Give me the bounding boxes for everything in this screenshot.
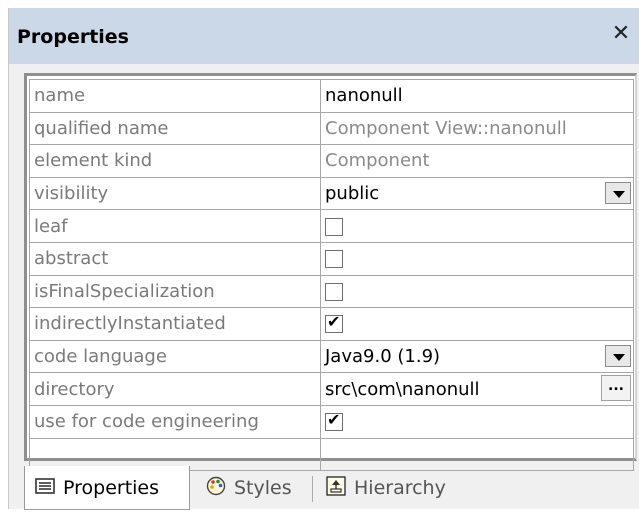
property-row[interactable]: use for code engineering <box>29 404 634 439</box>
property-value[interactable]: Java9.0 (1.9) <box>320 339 634 374</box>
property-value[interactable] <box>320 274 634 309</box>
property-row[interactable]: name nanonull <box>29 79 634 113</box>
property-row[interactable]: indirectlyInstantiated <box>29 307 634 341</box>
property-row[interactable]: visibility public <box>29 176 634 211</box>
tab-separator <box>312 476 313 502</box>
panel-tabbar: Properties Styles Hierarchy <box>24 466 637 512</box>
property-grid: name nanonull qualified name Component View… <box>24 73 637 472</box>
properties-icon <box>35 477 55 499</box>
close-icon[interactable]: ✕ <box>609 22 633 46</box>
tab-styles-label: Styles <box>234 477 292 499</box>
dropdown-arrow-icon[interactable] <box>605 181 631 204</box>
property-key: code language <box>29 339 321 374</box>
panel-titlebar: Properties ✕ <box>9 8 639 64</box>
tab-hierarchy-label: Hierarchy <box>354 477 446 499</box>
property-row[interactable]: isFinalSpecialization <box>29 274 634 309</box>
property-checkbox[interactable] <box>325 410 343 432</box>
tab-hierarchy[interactable]: Hierarchy <box>316 466 466 510</box>
property-key: element kind <box>29 144 321 178</box>
property-value[interactable]: public <box>320 176 634 211</box>
property-row[interactable]: qualified name Component View::nanonull <box>29 111 634 146</box>
property-key: directory <box>29 372 321 406</box>
property-key: abstract <box>29 241 321 276</box>
property-table: name nanonull qualified name Component View… <box>29 79 634 472</box>
property-value-text: Java9.0 (1.9) <box>325 346 441 368</box>
property-key: qualified name <box>29 111 321 146</box>
property-row[interactable]: leaf <box>29 209 634 243</box>
browse-button[interactable]: ... <box>601 375 631 402</box>
property-key: isFinalSpecialization <box>29 274 321 309</box>
property-key: leaf <box>29 209 321 243</box>
property-checkbox[interactable] <box>325 282 343 301</box>
property-row[interactable]: directory src\com\nanonull... <box>29 372 634 406</box>
property-key: use for code engineering <box>29 404 321 439</box>
property-key: name <box>29 79 321 113</box>
property-row[interactable]: code language Java9.0 (1.9) <box>29 339 634 374</box>
property-value[interactable] <box>320 404 634 439</box>
property-key: indirectlyInstantiated <box>29 307 321 341</box>
property-value: Component View::nanonull <box>320 111 634 146</box>
property-row[interactable]: abstract <box>29 241 634 276</box>
property-value-text: nanonull <box>325 85 403 107</box>
panel-title: Properties <box>17 26 129 48</box>
tab-properties-label: Properties <box>63 476 160 499</box>
property-value-text: public <box>325 183 380 205</box>
property-value[interactable] <box>320 241 634 276</box>
property-value[interactable] <box>320 307 634 341</box>
tab-properties[interactable]: Properties <box>24 466 190 510</box>
properties-panel: Properties ✕ name nanonull qualified name C… <box>8 8 639 512</box>
property-value-text: src\com\nanonull <box>325 378 480 400</box>
property-checkbox[interactable] <box>325 312 343 334</box>
property-value[interactable]: nanonull <box>320 79 634 113</box>
dropdown-arrow-icon[interactable] <box>605 344 631 367</box>
property-value: Component <box>320 144 634 178</box>
palette-icon <box>206 476 226 501</box>
property-checkbox[interactable] <box>325 250 343 269</box>
property-key: visibility <box>29 176 321 211</box>
tab-styles[interactable]: Styles <box>196 466 308 510</box>
property-value[interactable] <box>320 209 634 243</box>
hierarchy-icon <box>326 475 346 501</box>
property-value[interactable]: src\com\nanonull... <box>320 372 634 406</box>
property-value-text: Component View::nanonull <box>325 117 567 139</box>
property-checkbox[interactable] <box>325 217 343 236</box>
property-value-text: Component <box>325 150 430 172</box>
property-row[interactable]: element kind Component <box>29 144 634 178</box>
